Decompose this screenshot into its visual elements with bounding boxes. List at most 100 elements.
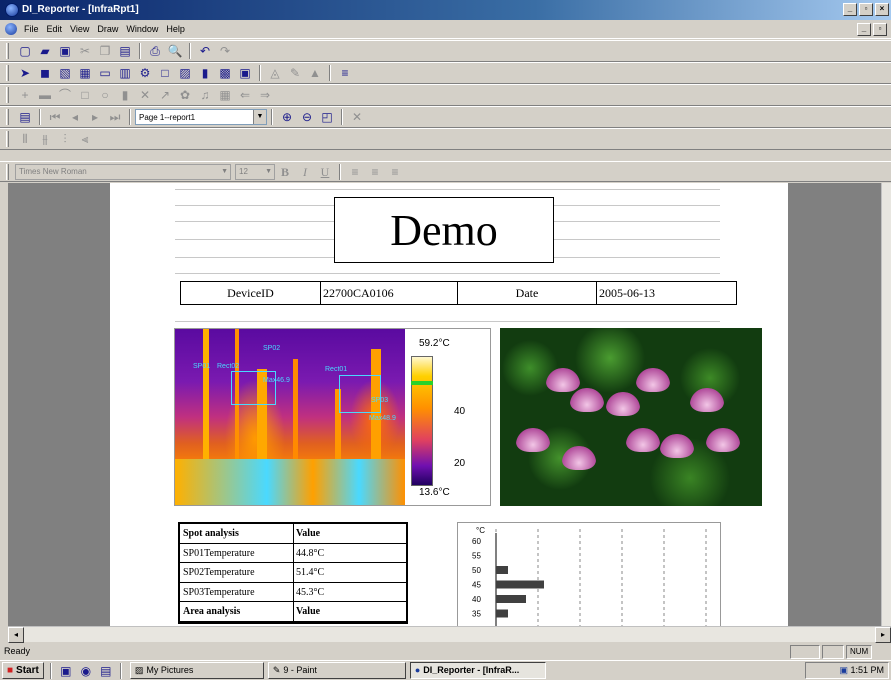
close-preview-icon[interactable]: ✕ (349, 109, 365, 125)
menu-file[interactable]: File (20, 24, 43, 34)
report-title[interactable]: Demo (334, 197, 554, 263)
align-right-text-icon[interactable]: ≡ (387, 164, 403, 180)
insert-image-icon[interactable]: ▧ (57, 65, 73, 81)
insert-field-icon[interactable]: ▨ (177, 65, 193, 81)
first-page-icon[interactable]: ⏮ (47, 109, 63, 125)
page-select[interactable]: Page 1--report1 ▼ (135, 109, 267, 125)
close-button[interactable]: × (875, 3, 889, 16)
insert-text-icon[interactable]: ▦ (77, 65, 93, 81)
rectangle-tool-icon[interactable]: □ (77, 87, 93, 103)
redo-icon[interactable]: ↷ (217, 43, 233, 59)
taskbar-item[interactable]: ▨ My Pictures (129, 662, 264, 679)
font-size-select[interactable]: 12 ▼ (235, 163, 275, 180)
fill-color-icon[interactable]: ◬ (267, 65, 283, 81)
toolbar-grip-2[interactable] (6, 65, 9, 81)
arc-tool-icon[interactable]: ⌒ (57, 87, 73, 103)
menu-draw[interactable]: Draw (93, 24, 122, 34)
select-arrow-icon[interactable]: ➤ (17, 65, 33, 81)
cut-icon[interactable]: ✂ (77, 43, 93, 59)
menu-help[interactable]: Help (162, 24, 189, 34)
zoom-in-icon[interactable]: ⊕ (279, 109, 295, 125)
vertical-scrollbar[interactable] (881, 183, 891, 626)
zoom-fit-icon[interactable]: ◰ (319, 109, 335, 125)
paste-icon[interactable]: ▤ (117, 43, 133, 59)
insert-table-icon[interactable]: ▥ (117, 65, 133, 81)
insert-chart-icon[interactable]: ▮ (197, 65, 213, 81)
minimize-button[interactable]: _ (843, 3, 857, 16)
sound-tool-icon[interactable]: ♫ (197, 87, 213, 103)
start-button[interactable]: ■ Start (2, 662, 44, 679)
insert-camera-icon[interactable]: ◼ (37, 65, 53, 81)
page-setup-icon[interactable]: ▤ (17, 109, 33, 125)
fill-tool-icon[interactable]: ✿ (177, 87, 193, 103)
new-icon[interactable]: ▢ (17, 43, 33, 59)
horizontal-scrollbar[interactable]: ◂ ▸ (8, 626, 891, 643)
font-select[interactable]: Times New Roman ▼ (15, 163, 231, 180)
last-page-icon[interactable]: ⏭ (107, 109, 123, 125)
forward-icon[interactable]: ⇒ (257, 87, 273, 103)
line-style-icon[interactable]: ≡ (337, 65, 353, 81)
arrow-tool-icon[interactable]: ↗ (157, 87, 173, 103)
maximize-button[interactable]: ▫ (859, 3, 873, 16)
line-tool-icon[interactable]: ▬ (37, 87, 53, 103)
insert-frame-icon[interactable]: ▭ (97, 65, 113, 81)
font-chevron-down-icon[interactable]: ▼ (221, 165, 228, 179)
save-icon[interactable]: ▣ (57, 43, 73, 59)
print-preview-icon[interactable]: 🔍 (167, 43, 183, 59)
delete-tool-icon[interactable]: ✕ (137, 87, 153, 103)
toolbar-grip-5[interactable] (6, 131, 9, 147)
bar-tool-icon[interactable]: ▮ (117, 87, 133, 103)
toolbar-grip-4[interactable] (6, 109, 9, 125)
align-left-text-icon[interactable]: ≡ (347, 164, 363, 180)
size-chevron-down-icon[interactable]: ▼ (265, 165, 272, 179)
underline-button[interactable]: U (317, 164, 333, 180)
grid-tool-icon[interactable]: ▦ (217, 87, 233, 103)
insert-object-icon[interactable]: ⚙ (137, 65, 153, 81)
copy-icon[interactable]: ❐ (97, 43, 113, 59)
open-icon[interactable]: ▰ (37, 43, 53, 59)
toolbar-grip-6[interactable] (6, 163, 9, 180)
toolbar-grip-3[interactable] (6, 87, 9, 103)
histogram-panel[interactable]: °C 60 55 50 45 40 35 (457, 522, 721, 626)
desktop-icon[interactable]: ▣ (58, 663, 74, 679)
menu-view[interactable]: View (66, 24, 93, 34)
align-left-icon[interactable]: ⫴ (17, 131, 33, 147)
insert-photo-icon[interactable]: ▣ (237, 65, 253, 81)
toolbar-grip[interactable] (6, 43, 9, 59)
zoom-out-icon[interactable]: ⊖ (299, 109, 315, 125)
visual-photo[interactable] (500, 328, 762, 506)
taskbar-item[interactable]: ✎ 9 - Paint (267, 662, 406, 679)
back-icon[interactable]: ⇐ (237, 87, 253, 103)
chevron-down-icon[interactable]: ▼ (253, 110, 266, 124)
menu-edit[interactable]: Edit (43, 24, 67, 34)
line-color-icon[interactable]: ✎ (287, 65, 303, 81)
explorer-icon[interactable]: ▤ (98, 663, 114, 679)
bold-button[interactable]: B (277, 164, 293, 180)
browser-icon[interactable]: ◉ (78, 663, 94, 679)
print-icon[interactable]: ⎙ (147, 43, 163, 59)
align-bottom-icon[interactable]: ⫷ (77, 131, 93, 147)
hist-bar (496, 580, 544, 589)
align-center-icon[interactable]: ⫵ (37, 131, 53, 147)
scroll-left-icon[interactable]: ◂ (8, 627, 24, 643)
ellipse-tool-icon[interactable]: ○ (97, 87, 113, 103)
insert-rect-icon[interactable]: □ (157, 65, 173, 81)
scroll-right-icon[interactable]: ▸ (875, 627, 891, 643)
undo-icon[interactable]: ↶ (197, 43, 213, 59)
italic-button[interactable]: I (297, 164, 313, 180)
next-page-icon[interactable]: ▸ (87, 109, 103, 125)
doc-minimize-button[interactable]: _ (857, 23, 871, 36)
spot-analysis-table[interactable]: Spot analysis Value SP01Temperature 44.8… (178, 522, 408, 624)
tray-icon[interactable]: ▣ (839, 665, 848, 675)
device-info-table[interactable]: DeviceID 22700CA0106 Date 2005-06-13 (180, 281, 737, 305)
font-color-icon[interactable]: ▲ (307, 65, 323, 81)
prev-page-icon[interactable]: ◂ (67, 109, 83, 125)
doc-restore-button[interactable]: ▫ (873, 23, 887, 36)
align-center-text-icon[interactable]: ≡ (367, 164, 383, 180)
taskbar-item[interactable]: ● DI_Reporter - [InfraR... (409, 662, 546, 679)
align-top-icon[interactable]: ⫶ (57, 131, 73, 147)
insert-link-icon[interactable]: ▩ (217, 65, 233, 81)
menu-window[interactable]: Window (122, 24, 162, 34)
thermal-image-panel[interactable]: SP02 SP01 SP03 Rect02 Rect01 Max46.9 Max… (174, 328, 491, 506)
cross-icon[interactable]: + (17, 87, 33, 103)
